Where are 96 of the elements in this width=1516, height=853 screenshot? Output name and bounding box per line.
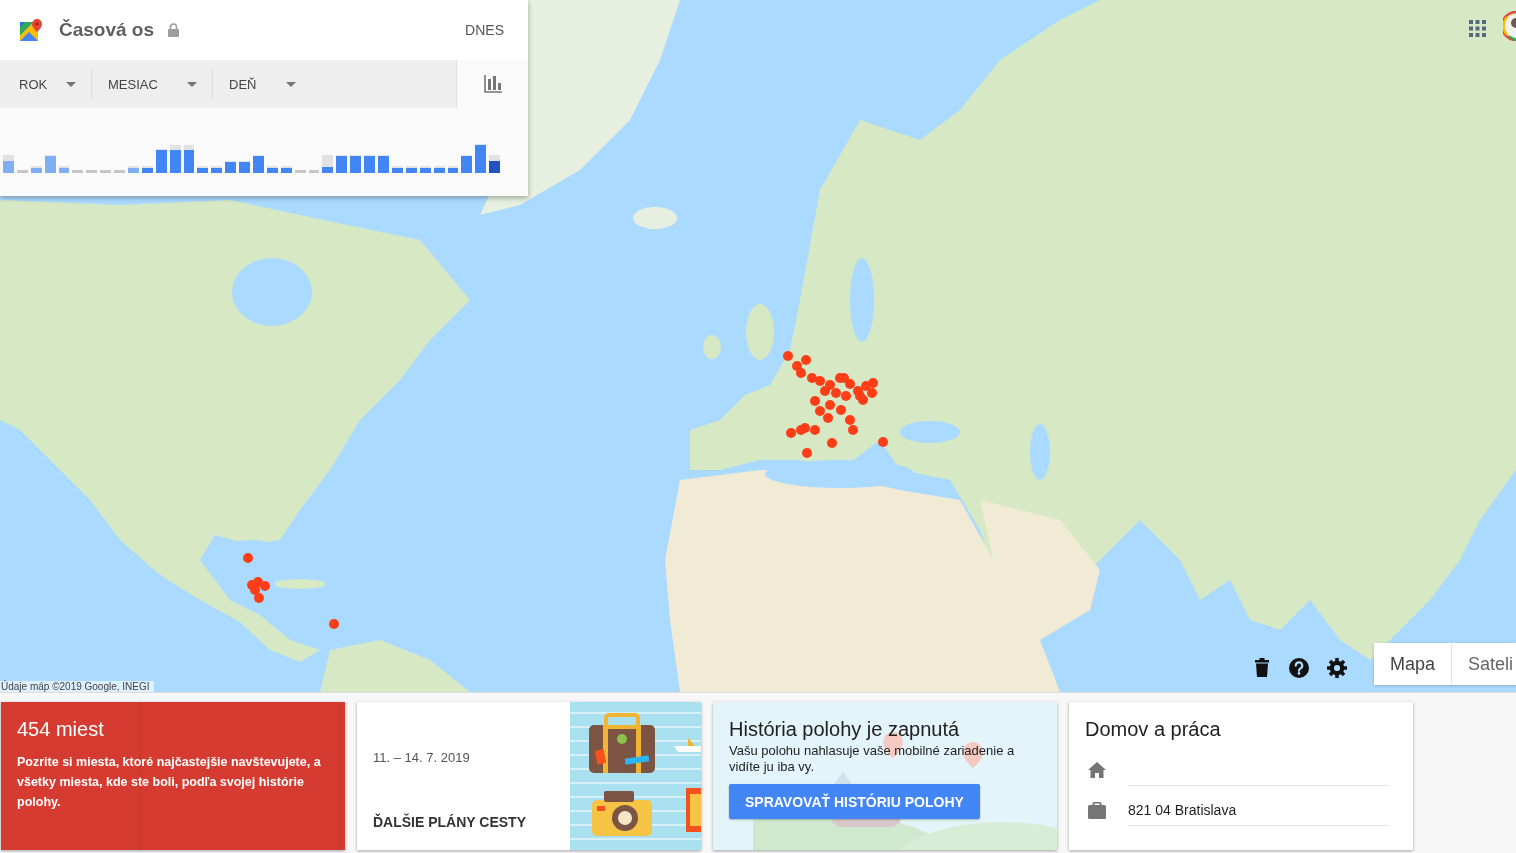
card-title: 454 miest xyxy=(17,717,105,741)
location-dot-icon xyxy=(845,379,855,389)
filter-dropdown[interactable]: ROK xyxy=(0,60,91,108)
histogram-bar[interactable] xyxy=(253,155,264,173)
briefcase-icon xyxy=(1088,801,1106,819)
sea xyxy=(900,421,960,443)
histogram-bar[interactable] xyxy=(197,166,209,173)
histogram-bar[interactable] xyxy=(141,166,153,173)
lock-icon xyxy=(168,23,180,37)
settings-icon[interactable] xyxy=(1327,658,1347,678)
histogram-bar[interactable] xyxy=(364,155,376,173)
location-dot-icon xyxy=(827,438,837,448)
location-dot-icon xyxy=(796,368,806,378)
location-dot-icon xyxy=(823,413,833,423)
more-trips-link[interactable]: ĎALŠIE PLÁNY CESTY xyxy=(373,814,570,830)
location-dot-icon xyxy=(810,396,820,406)
histogram-bar[interactable] xyxy=(419,166,431,173)
histogram-bar[interactable] xyxy=(225,161,237,173)
location-dot-icon xyxy=(329,619,339,629)
histogram-bar[interactable] xyxy=(336,155,348,173)
histogram-bar[interactable] xyxy=(169,145,181,173)
location-dot-icon xyxy=(260,581,270,591)
histogram-bar[interactable] xyxy=(155,149,167,173)
location-dot-icon xyxy=(801,355,811,365)
home-icon xyxy=(1088,762,1106,778)
location-dot-icon xyxy=(792,361,802,371)
histogram-bar[interactable] xyxy=(211,166,223,173)
location-dot-icon xyxy=(254,593,264,603)
avatar-icon[interactable] xyxy=(1503,11,1516,41)
location-dot-icon xyxy=(836,405,846,415)
histogram-bar[interactable] xyxy=(378,155,389,173)
location-dot-icon xyxy=(867,388,877,398)
location-dot-icon xyxy=(868,378,878,388)
histogram-bar[interactable] xyxy=(433,166,445,173)
caret-icon xyxy=(187,81,197,87)
location-dot-icon xyxy=(825,380,835,390)
location-dot-icon xyxy=(802,448,812,458)
map-logo-icon xyxy=(20,19,42,41)
location-dot-icon xyxy=(796,425,806,435)
trash-icon[interactable] xyxy=(1255,658,1269,677)
location-dot-icon xyxy=(807,373,817,383)
card-title: Domov a práca xyxy=(1085,717,1222,741)
location-dot-icon xyxy=(786,428,796,438)
histogram-bar[interactable] xyxy=(461,155,473,173)
location-dot-icon xyxy=(848,425,858,435)
location-dot-icon xyxy=(820,386,830,396)
location-dot-icon xyxy=(845,415,855,425)
histogram-bar[interactable] xyxy=(239,161,251,173)
bar-chart-icon xyxy=(483,75,502,93)
histogram-bar[interactable] xyxy=(350,155,362,173)
places-card[interactable]: 454 miest Pozrite si miesta, ktoré najčastejšie navštevujete, a všetky miesta, kde ste boli, podľa svojej histórie polohy. xyxy=(1,702,345,850)
location-dot-icon xyxy=(250,585,260,595)
island xyxy=(746,304,774,360)
caret-icon xyxy=(286,81,296,87)
work-address-field[interactable]: 821 04 Bratislava xyxy=(1128,794,1389,826)
manage-history-button[interactable]: SPRAVOVAŤ HISTÓRIU POLOHY xyxy=(729,784,980,819)
location-dot-icon xyxy=(783,351,793,361)
location-dot-icon xyxy=(858,395,868,405)
histogram-bar[interactable] xyxy=(405,166,417,173)
apps-grid-icon[interactable] xyxy=(1469,20,1486,37)
histogram-bar[interactable] xyxy=(447,166,459,173)
trip-dates: 11. – 14. 7. 2019 xyxy=(373,750,471,766)
island xyxy=(633,207,677,229)
histogram-bar[interactable] xyxy=(489,155,501,173)
location-dot-icon xyxy=(831,388,841,398)
caret-icon xyxy=(66,81,76,87)
sea xyxy=(1030,424,1050,480)
map-type-button[interactable]: Sateli xyxy=(1452,643,1514,685)
today-button[interactable]: DNES xyxy=(465,22,504,38)
location-dot-icon xyxy=(815,406,825,416)
location-dot-icon xyxy=(825,400,835,410)
panel-title: Časová os xyxy=(59,19,155,41)
histogram-bar[interactable] xyxy=(183,145,195,173)
histogram-bar[interactable] xyxy=(266,166,278,173)
island xyxy=(703,335,721,359)
location-dot-icon xyxy=(815,376,825,386)
map-type-button[interactable]: Mapa xyxy=(1374,643,1451,685)
location-dot-icon xyxy=(878,437,888,447)
histogram-bar[interactable] xyxy=(475,144,487,173)
card-title: História polohy je zapnutá xyxy=(729,717,961,741)
island xyxy=(274,579,326,589)
location-dot-icon xyxy=(839,373,849,383)
map-attribution: Údaje máp ©2019 Google, INEGI xyxy=(0,681,154,692)
histogram-bar[interactable] xyxy=(280,166,292,173)
filter-dropdown[interactable]: DEŇ xyxy=(213,60,311,108)
trips-card[interactable]: 11. – 14. 7. 2019 ĎALŠIE PLÁNY CESTY xyxy=(357,702,701,850)
histogram-bar[interactable] xyxy=(322,155,334,173)
filter-dropdown[interactable]: MESIAC xyxy=(92,60,212,108)
card-text: Pozrite si miesta, ktoré najčastejšie navštevujete, a všetky miesta, kde ste boli, podľa svojej histórie polohy. xyxy=(17,754,322,811)
location-dot-icon xyxy=(810,425,820,435)
chart-toggle-button[interactable] xyxy=(456,60,528,108)
help-icon[interactable] xyxy=(1289,658,1309,678)
card-text: Vašu polohu nahlasuje vaše mobilné zariadenie a vidíte ju iba vy. xyxy=(729,743,1016,775)
histogram-bar[interactable] xyxy=(391,166,403,173)
location-dot-icon xyxy=(243,553,253,563)
location-dot-icon xyxy=(841,391,851,401)
